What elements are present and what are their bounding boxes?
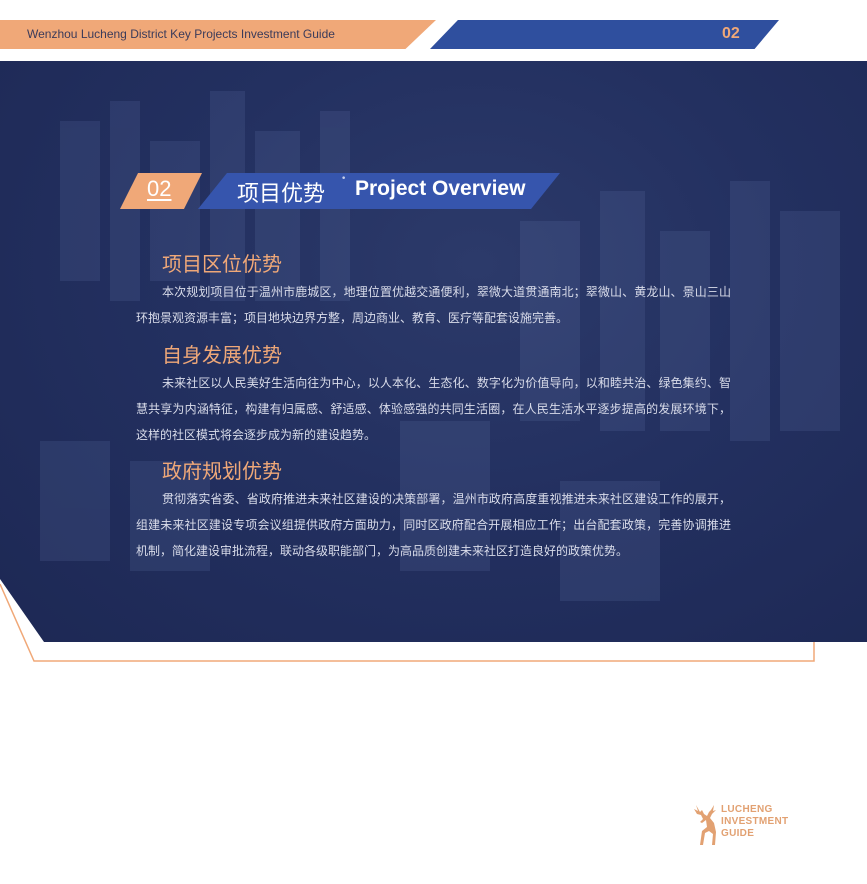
location-advantage-heading: 项目区位优势 <box>162 252 282 276</box>
section-title-cn: 项目优势 <box>237 182 326 207</box>
government-advantage-heading: 政府规划优势 <box>162 459 282 483</box>
government-advantage-text: 贯彻落实省委、省政府推进未来社区建设的决策部署，温州市政府高度重视推进未来社区建… <box>136 492 731 558</box>
header-title: Wenzhou Lucheng District Key Projects In… <box>27 27 335 41</box>
section-number: 02 <box>147 176 172 201</box>
title-separator-dot: • <box>341 174 347 184</box>
logo-line-3: GUIDE <box>721 828 755 839</box>
logo-line-1: LUCHENG <box>721 804 773 815</box>
page-number: 02 <box>722 25 740 42</box>
location-advantage-text: 本次规划项目位于温州市鹿城区，地理位置优越交通便利，翠微大道贯通南北；翠微山、黄… <box>136 285 731 325</box>
logo-wordmark: LUCHENG INVESTMENT GUIDE <box>721 804 788 840</box>
development-advantage-text: 未来社区以人民美好生活向往为中心，以人本化、生态化、数字化为价值导向，以和睦共治… <box>136 376 731 442</box>
section-title-en: Project Overview <box>355 177 526 200</box>
development-advantage-heading: 自身发展优势 <box>162 343 282 367</box>
logo-line-2: INVESTMENT <box>721 816 789 827</box>
